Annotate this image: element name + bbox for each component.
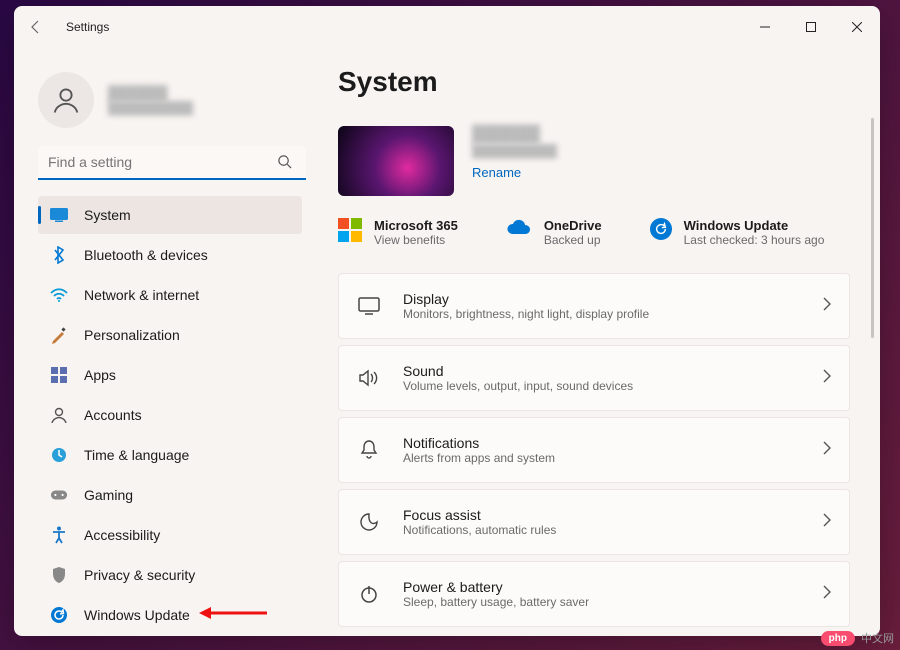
- sidebar-item-label: System: [84, 207, 131, 223]
- card-display[interactable]: DisplayMonitors, brightness, night light…: [338, 273, 850, 339]
- chevron-right-icon: [823, 585, 831, 604]
- card-notifications[interactable]: NotificationsAlerts from apps and system: [338, 417, 850, 483]
- sidebar-item-label: Privacy & security: [84, 567, 195, 583]
- promo-title: Windows Update: [684, 218, 825, 233]
- card-sub: Monitors, brightness, night light, displ…: [403, 307, 801, 321]
- device-model: ██████████: [472, 144, 557, 158]
- sidebar-item-windows-update[interactable]: Windows Update: [38, 596, 302, 634]
- card-title: Display: [403, 291, 801, 307]
- main-panel: System ██████ ██████████ Rename Microsof…: [314, 48, 880, 636]
- sidebar-item-label: Accounts: [84, 407, 142, 423]
- search-icon: [277, 154, 292, 174]
- bluetooth-icon: [50, 246, 68, 264]
- display-icon: [357, 297, 381, 315]
- accessibility-icon: [50, 526, 68, 544]
- sidebar-item-gaming[interactable]: Gaming: [38, 476, 302, 514]
- back-button[interactable]: [24, 15, 48, 39]
- device-row: ██████ ██████████ Rename: [338, 126, 850, 196]
- sidebar-item-label: Accessibility: [84, 527, 160, 543]
- microsoft-logo-icon: [338, 218, 362, 242]
- card-title: Focus assist: [403, 507, 801, 523]
- personalization-icon: [50, 326, 68, 344]
- sidebar-item-bluetooth-devices[interactable]: Bluetooth & devices: [38, 236, 302, 274]
- promo-sub: Backed up: [544, 233, 602, 247]
- page-title: System: [338, 66, 850, 98]
- close-button[interactable]: [834, 11, 880, 43]
- sidebar: ██████ ██████████ System Bluetooth & devi…: [14, 48, 314, 636]
- sidebar-item-network-internet[interactable]: Network & internet: [38, 276, 302, 314]
- card-focus-assist[interactable]: Focus assistNotifications, automatic rul…: [338, 489, 850, 555]
- chevron-right-icon: [823, 441, 831, 460]
- sidebar-item-apps[interactable]: Apps: [38, 356, 302, 394]
- profile-name: ██████: [108, 85, 193, 101]
- sidebar-item-label: Apps: [84, 367, 116, 383]
- minimize-button[interactable]: [742, 11, 788, 43]
- privacy-icon: [50, 566, 68, 584]
- card-sub: Notifications, automatic rules: [403, 523, 801, 537]
- sidebar-item-system[interactable]: System: [38, 196, 302, 234]
- chevron-right-icon: [823, 369, 831, 388]
- chevron-right-icon: [823, 297, 831, 316]
- scrollbar[interactable]: [871, 118, 874, 338]
- card-power-battery[interactable]: Power & batterySleep, battery usage, bat…: [338, 561, 850, 627]
- card-sub: Alerts from apps and system: [403, 451, 801, 465]
- promo-row: Microsoft 365View benefits OneDriveBacke…: [338, 218, 850, 247]
- settings-cards: DisplayMonitors, brightness, night light…: [338, 273, 850, 627]
- device-name: ██████: [472, 126, 557, 144]
- promo-microsoft365[interactable]: Microsoft 365View benefits: [338, 218, 458, 247]
- window-controls: [742, 11, 880, 43]
- card-title: Sound: [403, 363, 801, 379]
- sidebar-item-personalization[interactable]: Personalization: [38, 316, 302, 354]
- sidebar-item-label: Time & language: [84, 447, 189, 463]
- titlebar: Settings: [14, 6, 880, 48]
- sync-icon: [650, 218, 672, 240]
- sidebar-item-time-language[interactable]: Time & language: [38, 436, 302, 474]
- sidebar-item-label: Bluetooth & devices: [84, 247, 208, 263]
- gaming-icon: [50, 486, 68, 504]
- system-icon: [50, 206, 68, 224]
- promo-onedrive[interactable]: OneDriveBacked up: [506, 218, 602, 247]
- card-sub: Sleep, battery usage, battery saver: [403, 595, 801, 609]
- rename-link[interactable]: Rename: [472, 165, 521, 180]
- notifications-icon: [357, 440, 381, 460]
- app-title: Settings: [66, 20, 109, 34]
- card-title: Notifications: [403, 435, 801, 451]
- focus-icon: [357, 513, 381, 531]
- sound-icon: [357, 369, 381, 387]
- sidebar-item-accounts[interactable]: Accounts: [38, 396, 302, 434]
- card-sub: Volume levels, output, input, sound devi…: [403, 379, 801, 393]
- time-icon: [50, 446, 68, 464]
- search-input[interactable]: [38, 146, 306, 180]
- promo-windows-update[interactable]: Windows UpdateLast checked: 3 hours ago: [650, 218, 825, 247]
- device-thumbnail: [338, 126, 454, 196]
- update-icon: [50, 606, 68, 624]
- promo-title: Microsoft 365: [374, 218, 458, 233]
- network-icon: [50, 286, 68, 304]
- sidebar-item-label: Windows Update: [84, 607, 190, 623]
- apps-icon: [50, 366, 68, 384]
- profile-email: ██████████: [108, 101, 193, 115]
- promo-sub: View benefits: [374, 233, 458, 247]
- sidebar-item-label: Network & internet: [84, 287, 199, 303]
- profile-block[interactable]: ██████ ██████████: [38, 72, 302, 128]
- card-sound[interactable]: SoundVolume levels, output, input, sound…: [338, 345, 850, 411]
- sidebar-item-accessibility[interactable]: Accessibility: [38, 516, 302, 554]
- avatar: [38, 72, 94, 128]
- sidebar-item-label: Personalization: [84, 327, 180, 343]
- nav-list: System Bluetooth & devices Network & inter…: [38, 196, 302, 634]
- sidebar-item-privacy-security[interactable]: Privacy & security: [38, 556, 302, 594]
- sidebar-item-label: Gaming: [84, 487, 133, 503]
- chevron-right-icon: [823, 513, 831, 532]
- maximize-button[interactable]: [788, 11, 834, 43]
- promo-sub: Last checked: 3 hours ago: [684, 233, 825, 247]
- cloud-icon: [506, 218, 532, 241]
- settings-window: Settings ██████ ██████████: [14, 6, 880, 636]
- power-icon: [357, 584, 381, 604]
- card-title: Power & battery: [403, 579, 801, 595]
- promo-title: OneDrive: [544, 218, 602, 233]
- accounts-icon: [50, 406, 68, 424]
